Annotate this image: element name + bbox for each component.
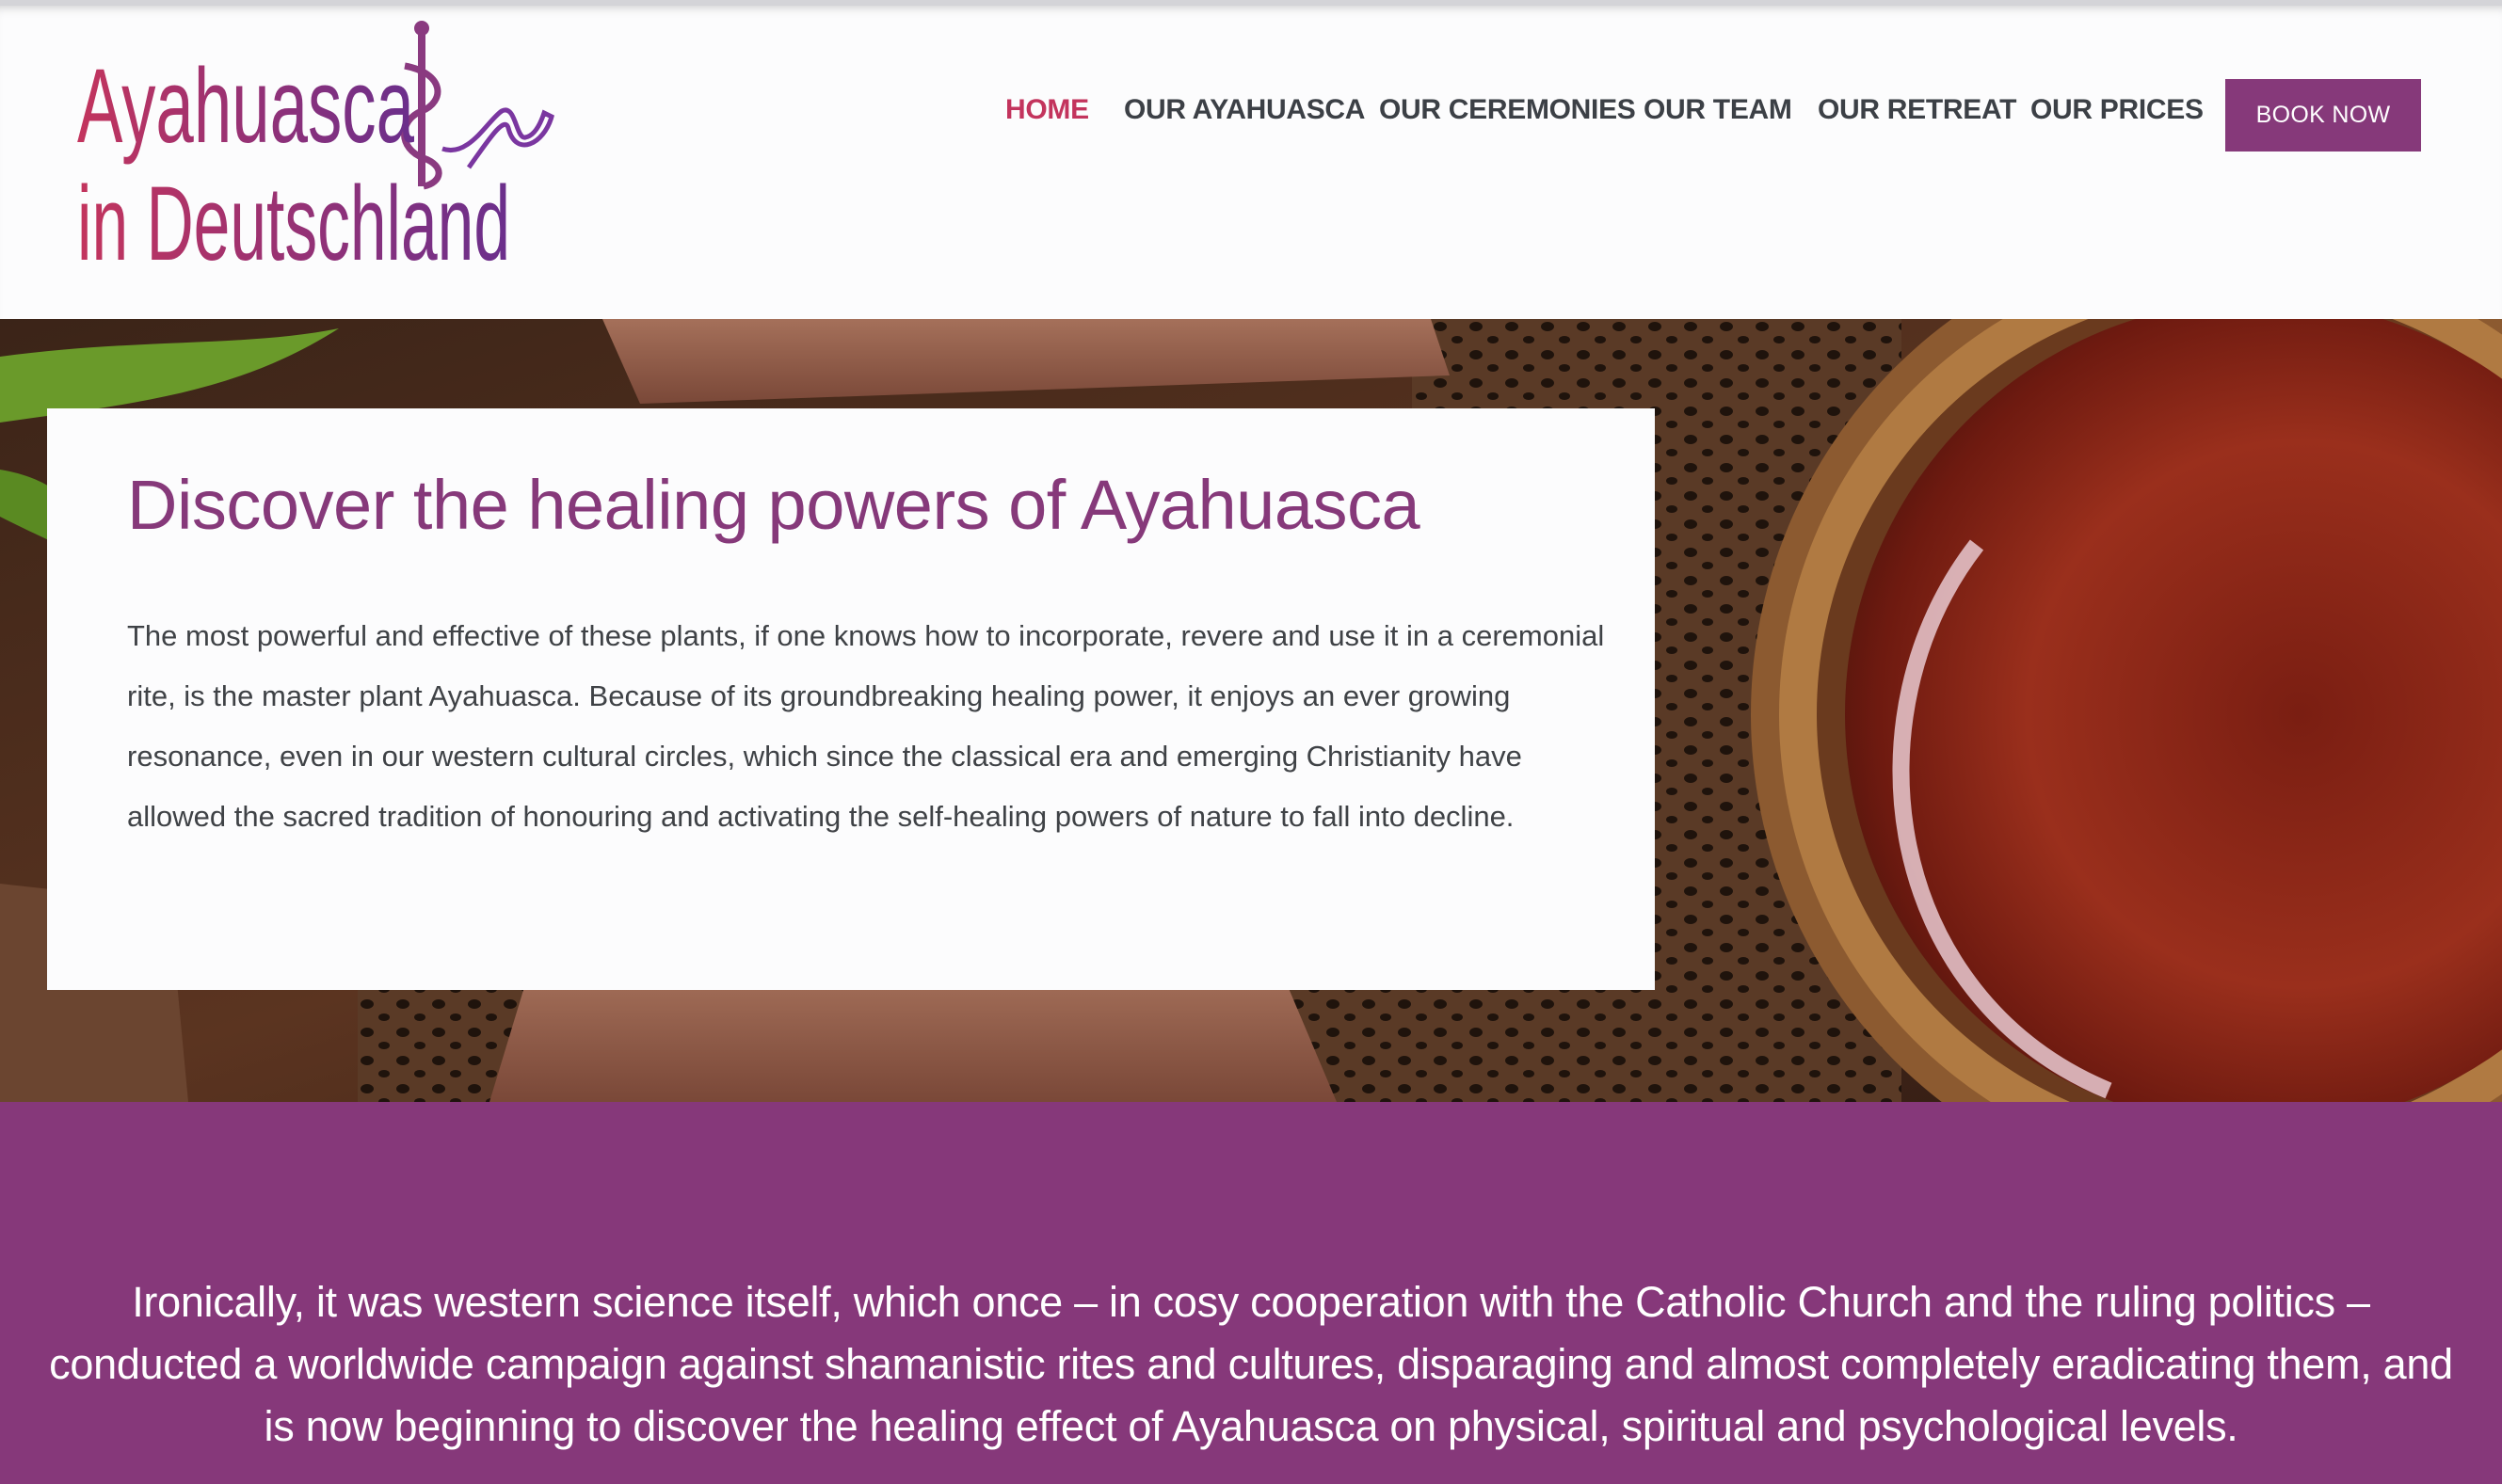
nav-item-home[interactable]: HOME bbox=[1005, 94, 1089, 126]
nav-item-our-ceremonies[interactable]: OUR CEREMONIES bbox=[1379, 94, 1636, 126]
hero-card: Discover the healing powers of Ayahuasca… bbox=[47, 408, 1655, 990]
nav-item-our-ayahuasca[interactable]: OUR AYAHUASCA bbox=[1124, 94, 1365, 126]
hero-section: Discover the healing powers of Ayahuasca… bbox=[0, 319, 2502, 1102]
logo-line2: in Deutschland bbox=[77, 165, 510, 280]
hero-title: Discover the healing powers of Ayahuasca bbox=[127, 466, 1420, 544]
nav-item-our-retreat[interactable]: OUR RETREAT bbox=[1818, 94, 2016, 126]
site-header: Ayahuasca in Deutschland HOME OUR AYAHUA… bbox=[0, 0, 2502, 319]
nav-item-our-team[interactable]: OUR TEAM bbox=[1644, 94, 1792, 126]
quote-section: Ironically, it was western science itsel… bbox=[0, 1102, 2502, 1484]
book-now-button[interactable]: BOOK NOW bbox=[2225, 79, 2421, 152]
hero-body: The most powerful and effective of these… bbox=[127, 619, 1605, 833]
nav-item-our-prices[interactable]: OUR PRICES bbox=[2030, 94, 2204, 126]
main-nav: HOME OUR AYAHUASCA OUR CEREMONIES OUR TE… bbox=[0, 79, 2502, 154]
quote-text: Ironically, it was western science itsel… bbox=[49, 1278, 2453, 1450]
